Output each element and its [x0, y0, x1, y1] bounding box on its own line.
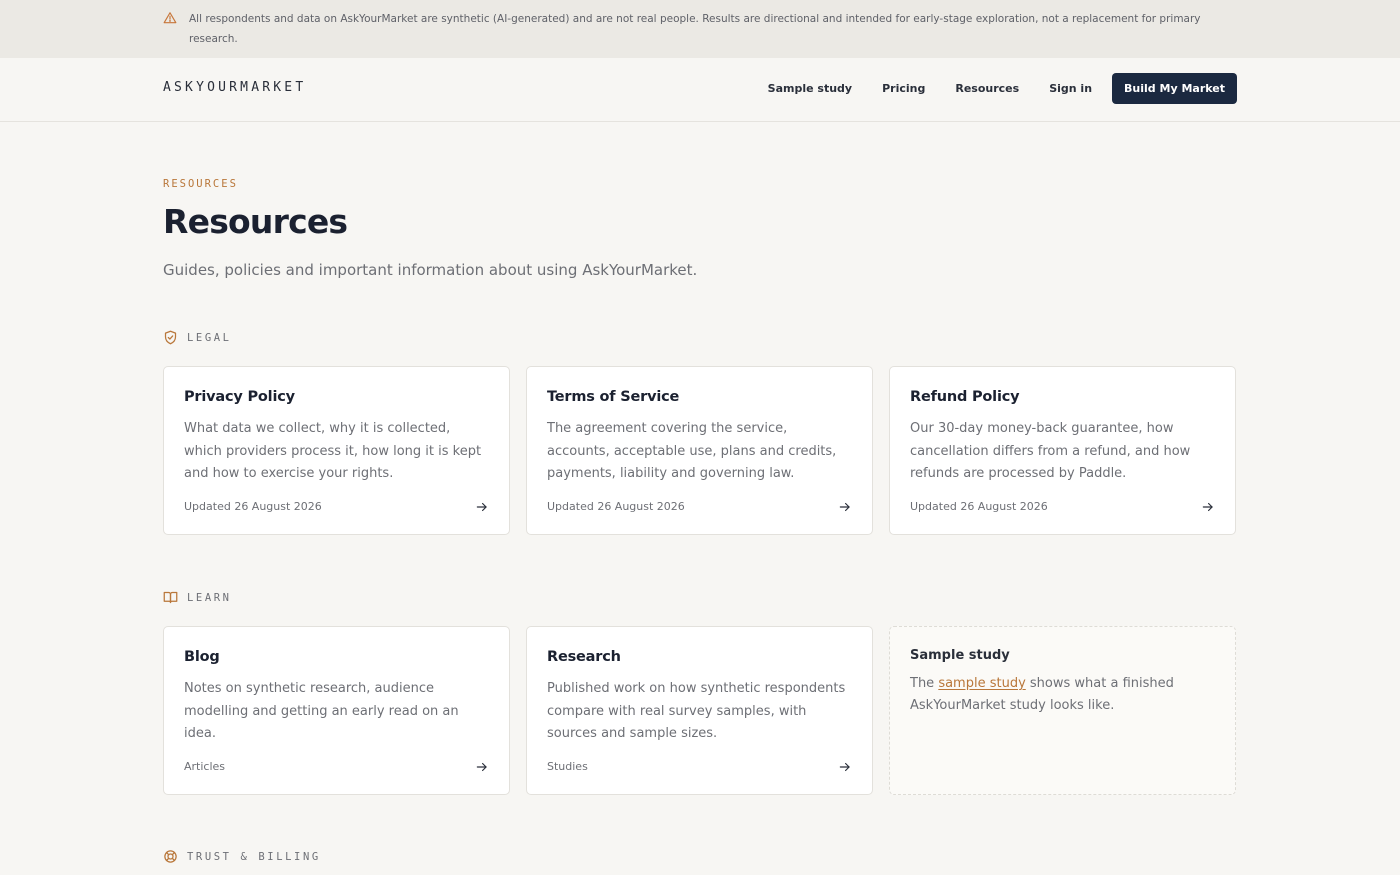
card-sample-study: Sample study The sample study shows what… — [889, 626, 1236, 795]
warning-icon — [163, 12, 177, 24]
page-title: Resources — [163, 202, 348, 241]
card-refund-policy[interactable]: Refund Policy Our 30-day money-back guar… — [889, 366, 1236, 535]
section-label-learn: LEARN — [187, 591, 232, 604]
disclaimer-text: All respondents and data on AskYourMarke… — [189, 13, 1201, 45]
nav-link-sample-study[interactable]: Sample study — [768, 82, 852, 95]
page-eyebrow: RESOURCES — [163, 178, 238, 190]
card-description: Notes on synthetic research, audience mo… — [184, 681, 459, 741]
card-title: Research — [547, 649, 621, 665]
site-logo[interactable]: ASKYOURMARKET — [163, 80, 306, 95]
card-blog[interactable]: Blog Notes on synthetic research, audien… — [163, 626, 510, 795]
card-updated-date: Updated 26 August 2026 — [184, 500, 322, 513]
build-my-market-button[interactable]: Build My Market — [1112, 73, 1237, 104]
section-label-trust-billing: TRUST & BILLING — [187, 850, 321, 863]
card-description: The agreement covering the service, acco… — [547, 421, 837, 481]
card-title: Terms of Service — [547, 389, 680, 405]
lifebuoy-icon — [164, 850, 177, 863]
card-updated-date: Updated 26 August 2026 — [547, 500, 685, 513]
shield-check-icon — [164, 330, 177, 345]
card-title: Sample study — [910, 648, 1010, 663]
card-title: Privacy Policy — [184, 389, 295, 405]
main-nav: Sample study Pricing Resources Sign in B… — [768, 73, 1237, 104]
section-heading-learn: LEARN — [163, 590, 232, 605]
arrow-right-icon — [839, 762, 850, 772]
arrow-right-icon — [476, 762, 487, 772]
arrow-right-icon — [1202, 502, 1213, 512]
arrow-right-icon — [476, 502, 487, 512]
top-navbar: ASKYOURMARKET Sample study Pricing Resou… — [0, 58, 1400, 122]
description-prefix: The — [910, 676, 939, 691]
card-research[interactable]: Research Published work on how synthetic… — [526, 626, 873, 795]
sample-study-link[interactable]: sample study — [938, 676, 1025, 691]
section-label-legal: LEGAL — [187, 331, 232, 344]
nav-link-resources[interactable]: Resources — [955, 82, 1019, 95]
page-subtitle: Guides, policies and important informati… — [163, 261, 698, 279]
card-category: Studies — [547, 760, 588, 773]
nav-link-pricing[interactable]: Pricing — [882, 82, 925, 95]
section-heading-trust-billing: TRUST & BILLING — [163, 849, 321, 864]
card-title: Blog — [184, 649, 220, 665]
nav-link-sign-in[interactable]: Sign in — [1049, 82, 1092, 95]
book-open-icon — [163, 591, 178, 604]
card-description: Our 30-day money-back guarantee, how can… — [910, 421, 1191, 481]
card-description: The sample study shows what a finished A… — [910, 673, 1210, 717]
card-category: Articles — [184, 760, 226, 773]
card-privacy-policy[interactable]: Privacy Policy What data we collect, why… — [163, 366, 510, 535]
card-description: Published work on how synthetic responde… — [547, 681, 846, 741]
card-title: Refund Policy — [910, 389, 1020, 405]
section-heading-legal: LEGAL — [163, 330, 232, 345]
card-terms-of-service[interactable]: Terms of Service The agreement covering … — [526, 366, 873, 535]
arrow-right-icon — [839, 502, 850, 512]
card-description: What data we collect, why it is collecte… — [184, 421, 482, 481]
disclaimer-banner: All respondents and data on AskYourMarke… — [0, 0, 1400, 58]
card-updated-date: Updated 26 August 2026 — [910, 500, 1048, 513]
